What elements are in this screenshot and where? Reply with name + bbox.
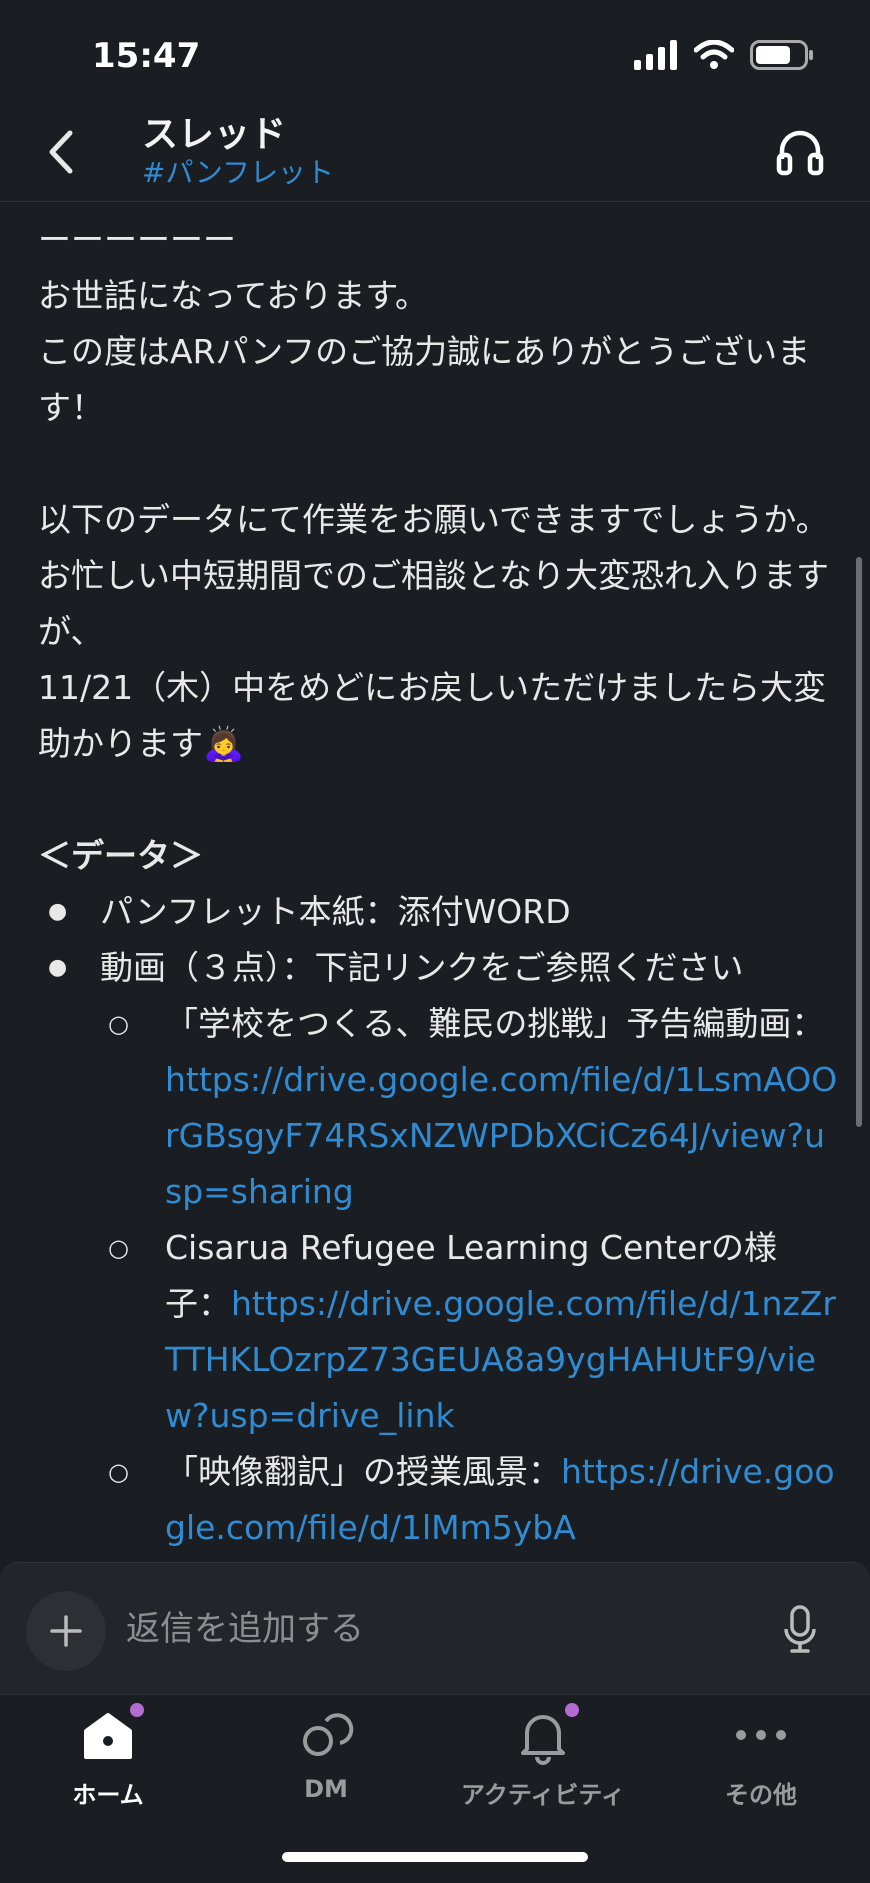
more-icon	[736, 1730, 786, 1740]
thanks-text: この度はARパンフのご協力誠にありがとうございます！	[38, 332, 811, 427]
greeting-text: お世話になっております。	[38, 276, 429, 315]
request-text: 以下のデータにて作業をお願いできますでしょうか。	[38, 500, 829, 539]
status-icons	[634, 40, 814, 70]
thread-header: スレッド #パンフレット	[0, 105, 870, 202]
tab-activity[interactable]: アクティビティ	[443, 1703, 643, 1815]
list-item: Cisarua Refugee Learning Centerの様子：https…	[38, 1220, 838, 1444]
page-title: スレッド	[142, 114, 287, 155]
video-label: 「学校をつくる、難民の挑戦」予告編動画：	[165, 1004, 825, 1043]
status-time: 15:47	[92, 36, 201, 76]
tab-label: アクティビティ	[461, 1781, 625, 1809]
tab-label: ホーム	[72, 1781, 144, 1809]
signal-icon	[634, 40, 677, 70]
video-link[interactable]: https://drive.google.com/file/d/1nzZrTTH…	[165, 1284, 836, 1435]
list-item: 動画（３点）：下記リンクをご参照ください	[38, 940, 838, 996]
reply-composer	[0, 1562, 870, 1695]
battery-icon	[750, 40, 813, 70]
apology-text: お忙しい中短期間でのご相談となり大変恐れ入りますが、	[38, 556, 830, 651]
headphones-icon[interactable]	[774, 125, 826, 177]
deadline-text: 11/21（木）中をめどにお戻しいただけましたら大変助かります🙇‍♀️	[38, 668, 827, 763]
home-icon	[84, 1713, 132, 1759]
reply-input[interactable]	[124, 1603, 728, 1655]
video-label: 「映像翻訳」の授業風景：	[165, 1452, 561, 1491]
scrollbar[interactable]	[856, 557, 862, 1127]
plus-icon	[50, 1615, 82, 1647]
tab-label: その他	[725, 1781, 797, 1809]
home-indicator[interactable]	[282, 1852, 588, 1862]
divider-line: ーーーーーー	[38, 220, 236, 259]
video-link[interactable]: https://drive.google.com/file/d/1LsmAOOr…	[165, 1060, 837, 1211]
list-item: 「映像翻訳」の授業風景：https://drive.google.com/fil…	[38, 1444, 838, 1556]
list-item: 「学校をつくる、難民の挑戦」予告編動画： https://drive.google…	[38, 996, 838, 1220]
data-heading: ＜データ＞	[38, 836, 203, 875]
message-body: ーーーーーー お世話になっております。 この度はARパンフのご協力誠にありがとう…	[38, 212, 838, 1556]
microphone-icon[interactable]	[782, 1603, 818, 1655]
back-arrow-icon[interactable]	[42, 127, 82, 177]
video-list: 「学校をつくる、難民の挑戦」予告編動画： https://drive.google…	[38, 996, 838, 1556]
data-list: パンフレット本紙：添付WORD 動画（３点）：下記リンクをご参照ください	[38, 884, 838, 996]
thread-content[interactable]: ーーーーーー お世話になっております。 この度はARパンフのご協力誠にありがとう…	[0, 202, 870, 1562]
dm-icon	[303, 1713, 354, 1756]
status-bar: 15:47	[0, 0, 870, 105]
list-item: パンフレット本紙：添付WORD	[38, 884, 838, 940]
wifi-icon	[694, 40, 734, 69]
tab-home[interactable]: ホーム	[8, 1703, 208, 1815]
bell-icon	[521, 1715, 565, 1765]
tab-dm[interactable]: DM	[226, 1705, 426, 1815]
activity-badge	[565, 1703, 579, 1717]
tab-label: DM	[304, 1775, 348, 1803]
home-badge	[130, 1703, 144, 1717]
tab-more[interactable]: その他	[661, 1705, 861, 1815]
add-attachment-button[interactable]	[26, 1591, 106, 1671]
channel-link[interactable]: #パンフレット	[142, 151, 334, 191]
